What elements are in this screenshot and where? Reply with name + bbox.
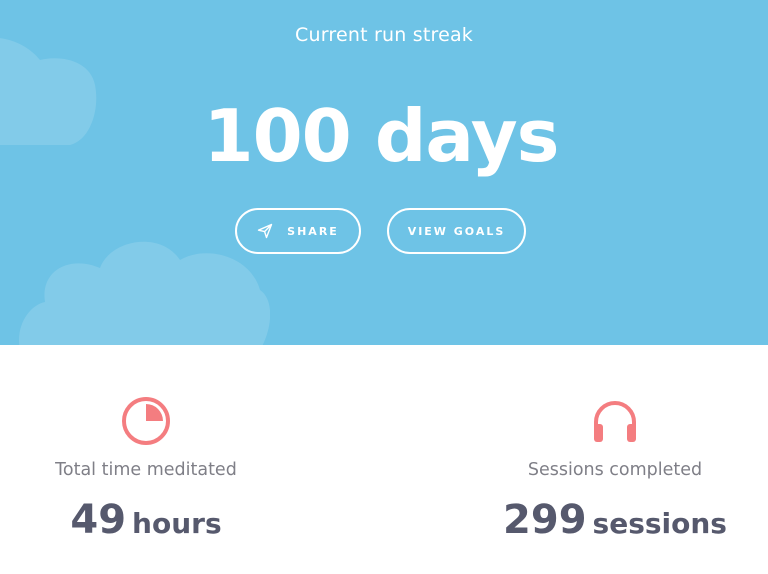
share-button-label: SHARE	[287, 224, 339, 238]
headphones-icon	[589, 395, 641, 447]
streak-value: 100 days	[203, 94, 559, 178]
streak-hero: Current run streak 100 days SHARE VIEW G…	[0, 0, 768, 345]
stat-number: 299	[503, 497, 587, 543]
send-icon	[257, 223, 273, 239]
share-button[interactable]: SHARE	[235, 208, 361, 254]
stat-label: Total time meditated	[55, 460, 237, 480]
stat-unit: hours	[132, 507, 222, 540]
cloud-decoration	[19, 241, 270, 345]
stat-sessions: Sessions completed 299 sessions	[465, 395, 765, 545]
stat-total-time: Total time meditated 49 hours	[0, 395, 296, 545]
stat-unit: sessions	[592, 507, 727, 540]
stat-label: Sessions completed	[527, 460, 703, 480]
view-goals-button-label: VIEW GOALS	[407, 224, 506, 238]
stat-number: 49	[70, 497, 127, 543]
streak-label: Current run streak	[294, 24, 473, 46]
view-goals-button[interactable]: VIEW GOALS	[387, 208, 526, 254]
pie-chart-icon	[120, 395, 172, 447]
stat-value: 299 sessions	[465, 495, 765, 545]
stat-value: 49 hours	[0, 495, 296, 545]
